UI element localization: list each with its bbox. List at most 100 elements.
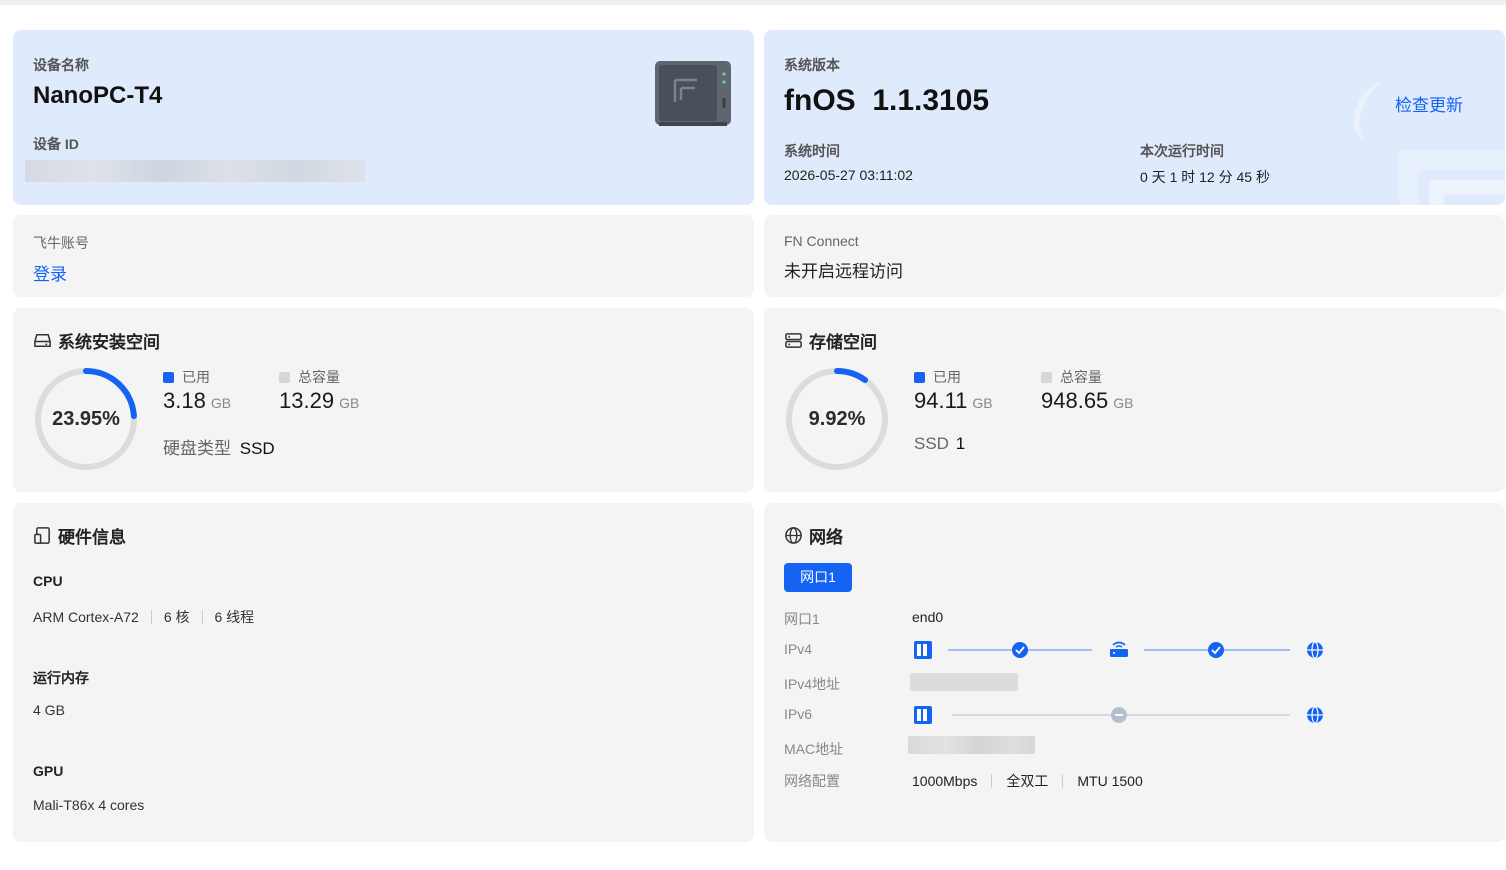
cpu-model: ARM Cortex-A72: [33, 609, 139, 625]
check-icon: [1208, 642, 1224, 658]
internet-globe-icon: [1307, 641, 1323, 659]
total-value: 13.29: [279, 388, 335, 413]
ssd-count-value: 1: [955, 434, 966, 453]
disk-type-label: 硬盘类型: [163, 439, 231, 458]
network-config-label: 网络配置: [784, 773, 840, 789]
mac-address-redacted: [908, 736, 1035, 754]
storage-percent: 9.92%: [808, 408, 866, 430]
system-version-card: 系统版本 fnOS 1.1.3105 检查更新 系统时间 2026-05-27 …: [764, 30, 1505, 205]
hardware-title-text: 硬件信息: [58, 528, 126, 547]
cpu-label: CPU: [33, 573, 63, 589]
storage-title: 存储空间: [784, 328, 877, 353]
divider: [1062, 774, 1064, 788]
system-space-total-legend: 总容量: [279, 367, 340, 387]
system-space-total: 13.29 GB: [279, 388, 359, 414]
used-unit: GB: [210, 395, 232, 411]
disk-type: 硬盘类型 SSD: [163, 434, 275, 459]
duplex-mode: 全双工: [1006, 773, 1049, 789]
used-label: 已用: [182, 369, 210, 385]
link-speed: 1000Mbps: [912, 773, 978, 789]
system-version-label: 系统版本: [784, 57, 840, 73]
used-value: 94.11: [914, 388, 968, 413]
fn-connect-label: FN Connect: [784, 233, 859, 249]
gpu-value: Mali-T86x 4 cores: [33, 797, 145, 813]
port-value: end0: [912, 609, 944, 625]
ipv4-label: IPv4: [784, 641, 813, 657]
storage-title-text: 存储空间: [809, 333, 877, 352]
device-id-label: 设备 ID: [33, 136, 79, 152]
total-swatch: [279, 371, 290, 383]
mtu: MTU 1500: [1077, 773, 1143, 789]
nas-icon: [914, 641, 932, 659]
system-space-title-text: 系统安装空间: [58, 333, 160, 352]
used-swatch: [914, 371, 925, 383]
system-time: 2026-05-27 03:11:02: [784, 167, 913, 183]
uptime: 0 天 1 时 12 分 45 秒: [1140, 169, 1270, 185]
disk-icon: [34, 334, 51, 347]
system-space-used-legend: 已用: [163, 367, 210, 387]
system-space-title: 系统安装空间: [33, 328, 160, 353]
total-label: 总容量: [1060, 369, 1102, 385]
check-icon: [1012, 642, 1028, 658]
fn-connect-status: 未开启远程访问: [784, 262, 903, 281]
port-label: 网口1: [784, 611, 820, 627]
storage-card: 存储空间 9.92% 已用 94.11 GB 总容量 948.65 GB SSD 1: [764, 308, 1505, 492]
ipv4-path-diagram: [914, 641, 1323, 659]
total-label: 总容量: [298, 369, 340, 385]
ssd-count: SSD 1: [914, 434, 965, 454]
fn-connect-card: FN Connect 未开启远程访问: [764, 215, 1505, 297]
memory-value: 4 GB: [33, 702, 65, 718]
nas-icon: [914, 706, 932, 724]
storage-total-legend: 总容量: [1041, 367, 1102, 387]
used-label: 已用: [933, 369, 961, 385]
disk-type-value: SSD: [239, 439, 275, 458]
system-space-used: 3.18 GB: [163, 388, 231, 414]
internet-globe-icon: [1307, 706, 1323, 724]
storage-icon: [785, 333, 802, 348]
system-space-percent: 23.95%: [52, 408, 120, 430]
divider: [991, 774, 993, 788]
nas-device-icon: [655, 61, 731, 126]
used-value: 3.18: [163, 388, 206, 413]
cpu-info: ARM Cortex-A72 6 核 6 线程: [33, 607, 254, 627]
total-swatch: [1041, 371, 1052, 383]
globe-icon: [785, 527, 802, 544]
network-title-text: 网络: [809, 528, 843, 547]
hardware-card: 硬件信息 CPU ARM Cortex-A72 6 核 6 线程 运行内存 4 GB…: [13, 503, 754, 842]
system-version: fnOS 1.1.3105: [784, 84, 990, 117]
network-config: 1000Mbps 全双工 MTU 1500: [912, 771, 1143, 791]
storage-used: 94.11 GB: [914, 388, 993, 414]
total-unit: GB: [339, 395, 360, 411]
device-info-icon: [34, 527, 50, 544]
system-space-card: 系统安装空间 23.95% 已用 3.18 GB 总容量 13.29 GB 硬盘类型…: [13, 308, 754, 492]
uptime-label: 本次运行时间: [1140, 143, 1224, 159]
cpu-threads: 6 线程: [214, 609, 255, 625]
divider: [150, 610, 152, 624]
account-label: 飞牛账号: [33, 235, 89, 251]
tab-port1[interactable]: 网口1: [784, 563, 852, 592]
login-link[interactable]: 登录: [33, 260, 67, 285]
device-name-label: 设备名称: [33, 57, 89, 73]
top-bar: [0, 0, 1506, 5]
network-card: 网络 网口1 网口1 end0 IPv4 IPv4地址 IPv6 MAC地址 网…: [764, 503, 1505, 842]
ssd-label: SSD: [914, 434, 949, 453]
total-unit: GB: [1113, 395, 1134, 411]
storage-total: 948.65 GB: [1041, 388, 1134, 414]
total-value: 948.65: [1041, 388, 1109, 413]
divider: [201, 610, 203, 624]
device-name: NanoPC-T4: [33, 82, 163, 109]
ipv6-label: IPv6: [784, 706, 813, 722]
device-id-redacted: [25, 160, 365, 182]
storage-used-legend: 已用: [914, 367, 961, 387]
memory-label: 运行内存: [33, 670, 89, 686]
system-time-label: 系统时间: [784, 143, 840, 159]
account-card: 飞牛账号 登录: [13, 215, 754, 297]
disconnected-icon: [1111, 707, 1127, 723]
check-update-link[interactable]: 检查更新: [1395, 91, 1463, 116]
router-icon: [1110, 641, 1128, 657]
device-card: 设备名称 NanoPC-T4 设备 ID: [13, 30, 754, 205]
ipv4-address-redacted: [910, 673, 1018, 691]
used-unit: GB: [972, 395, 993, 411]
network-title: 网络: [784, 523, 843, 548]
gpu-label: GPU: [33, 763, 64, 779]
